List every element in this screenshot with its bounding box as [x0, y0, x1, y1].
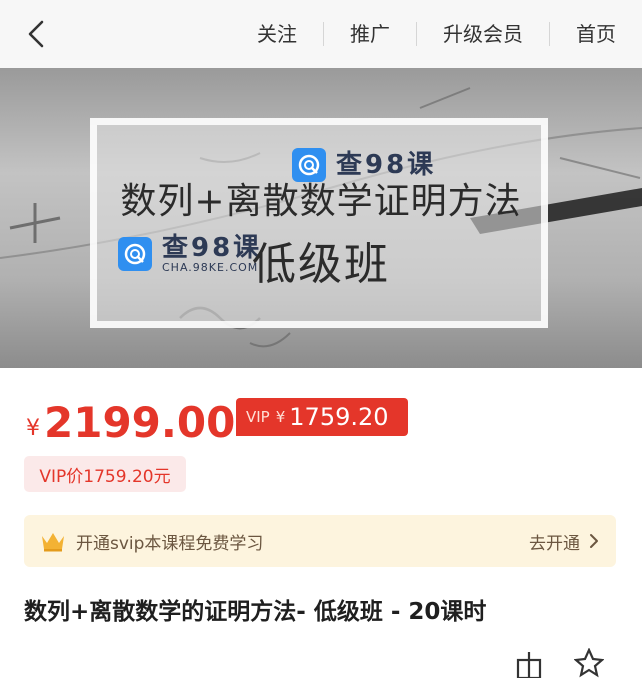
vip-price-pill: VIP价1759.20元 [24, 456, 186, 492]
nav-home[interactable]: 首页 [550, 0, 642, 68]
chevron-left-icon [28, 20, 44, 48]
gift-icon[interactable] [514, 650, 544, 678]
cover-subtitle: 低级班 [252, 239, 390, 290]
price-value: 2199.00 [44, 398, 236, 447]
vip-badge-price: 1759.20 [289, 403, 389, 431]
svip-upgrade-banner[interactable]: 开通svip本课程免费学习 去开通 [24, 515, 616, 567]
back-button[interactable] [18, 16, 54, 52]
svip-promo-text: 开通svip本课程免费学习 [76, 533, 264, 554]
crown-icon [42, 533, 64, 552]
course-title: 数列+离散数学的证明方法- 低级班 - 20课时 [24, 599, 487, 625]
bottom-action-icons [512, 648, 622, 678]
chevron-right-icon [590, 534, 598, 548]
star-icon[interactable] [574, 648, 604, 678]
vip-badge-label: VIP [246, 408, 270, 426]
svip-activate-link[interactable]: 去开通 [529, 529, 580, 554]
cover-title: 数列+离散数学证明方法 [120, 181, 522, 222]
price-currency: ¥ [26, 416, 40, 441]
price-row: ¥ 2199.00 [26, 392, 235, 448]
nav-upgrade-member[interactable]: 升级会员 [417, 0, 549, 68]
top-navigation-bar: 关注 推广 升级会员 首页 [0, 0, 642, 69]
top-nav-links: 关注 推广 升级会员 首页 [231, 0, 642, 68]
course-cover-banner: 查98课 查98课 CHA.98KE.COM 数列+离散数学证明方法 低级班 [0, 68, 642, 368]
nav-follow[interactable]: 关注 [231, 0, 323, 68]
vip-badge-currency: ¥ [275, 408, 286, 426]
nav-promote[interactable]: 推广 [324, 0, 416, 68]
vip-price-badge: VIP ¥ 1759.20 [236, 398, 408, 436]
